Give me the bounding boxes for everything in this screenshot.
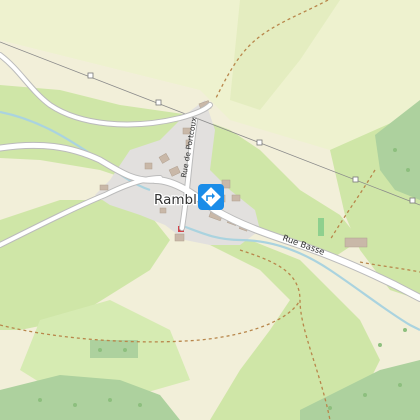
map-layer: Rue Basse Rue de Portcoux Rambl: [0, 0, 420, 420]
forest-patch: [90, 340, 138, 358]
place-label: Rambl: [154, 192, 197, 208]
map-canvas[interactable]: Rue Basse Rue de Portcoux Rambl: [0, 0, 420, 420]
sports-pitch: [318, 218, 324, 236]
directions-marker[interactable]: [198, 184, 224, 210]
